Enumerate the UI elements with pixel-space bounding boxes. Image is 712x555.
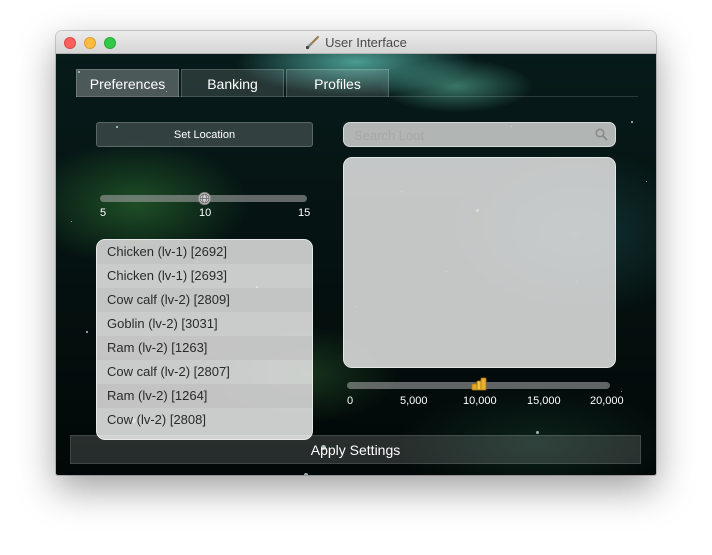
star-dot (71, 221, 72, 222)
npc-list-item[interactable]: Chicken (lv-1) [2692] (97, 240, 312, 264)
star-dot (536, 431, 539, 434)
location-tick-mid: 10 (199, 207, 212, 219)
star-dot (621, 391, 622, 392)
npc-list-item[interactable]: Goblin (lv-2) [3031] (97, 312, 312, 336)
tab-banking[interactable]: Banking (181, 69, 284, 97)
set-location-button[interactable]: Set Location (96, 122, 313, 147)
loot-search-input[interactable] (352, 125, 591, 146)
tab-bar: Preferences Banking Profiles (76, 69, 391, 97)
loot-tick-0: 0 (347, 395, 354, 407)
tab-divider (76, 96, 638, 97)
npc-list[interactable]: Chicken (lv-1) [2692] Chicken (lv-1) [26… (96, 239, 313, 440)
loot-list[interactable] (343, 157, 616, 368)
loot-tick-15000: 15,000 (527, 395, 561, 407)
npc-list-item[interactable]: Chicken (lv-1) [2693] (97, 264, 312, 288)
loot-value-slider-thumb[interactable] (471, 377, 487, 391)
loot-tick-10000: 10,000 (463, 395, 497, 407)
app-window: User Interface Preferences Banking Profi… (56, 31, 656, 475)
npc-list-item[interactable]: Ram (lv-2) [1263] (97, 336, 312, 360)
loot-tick-5000: 5,000 (400, 395, 428, 407)
window-title: User Interface (325, 35, 407, 50)
npc-list-item[interactable]: Cow calf (lv-2) [2809] (97, 288, 312, 312)
coins-icon (471, 377, 487, 391)
search-icon (595, 128, 608, 141)
main-panel: Preferences Banking Profiles Set Locatio… (56, 54, 656, 475)
window-title-group: User Interface (56, 31, 656, 54)
loot-search-field[interactable] (343, 122, 616, 147)
apply-settings-button[interactable]: Apply Settings (70, 435, 641, 464)
star-dot (304, 473, 308, 475)
star-dot (86, 331, 88, 333)
title-bar[interactable]: User Interface (56, 31, 656, 54)
tab-profiles[interactable]: Profiles (286, 69, 389, 97)
location-slider-thumb[interactable] (198, 192, 211, 205)
loot-tick-20000: 20,000 (590, 395, 624, 407)
location-tick-max: 15 (298, 207, 311, 219)
npc-list-item[interactable]: Cow calf (lv-2) [2807] (97, 360, 312, 384)
location-tick-min: 5 (100, 207, 107, 219)
star-dot (646, 181, 647, 182)
npc-list-item[interactable]: Ram (lv-2) [1264] (97, 384, 312, 408)
npc-list-item[interactable]: Cow (lv-2) [2808] (97, 408, 312, 432)
globe-icon (199, 193, 210, 204)
tab-preferences[interactable]: Preferences (76, 69, 179, 97)
paintbrush-icon (306, 36, 320, 50)
star-dot (631, 121, 633, 123)
